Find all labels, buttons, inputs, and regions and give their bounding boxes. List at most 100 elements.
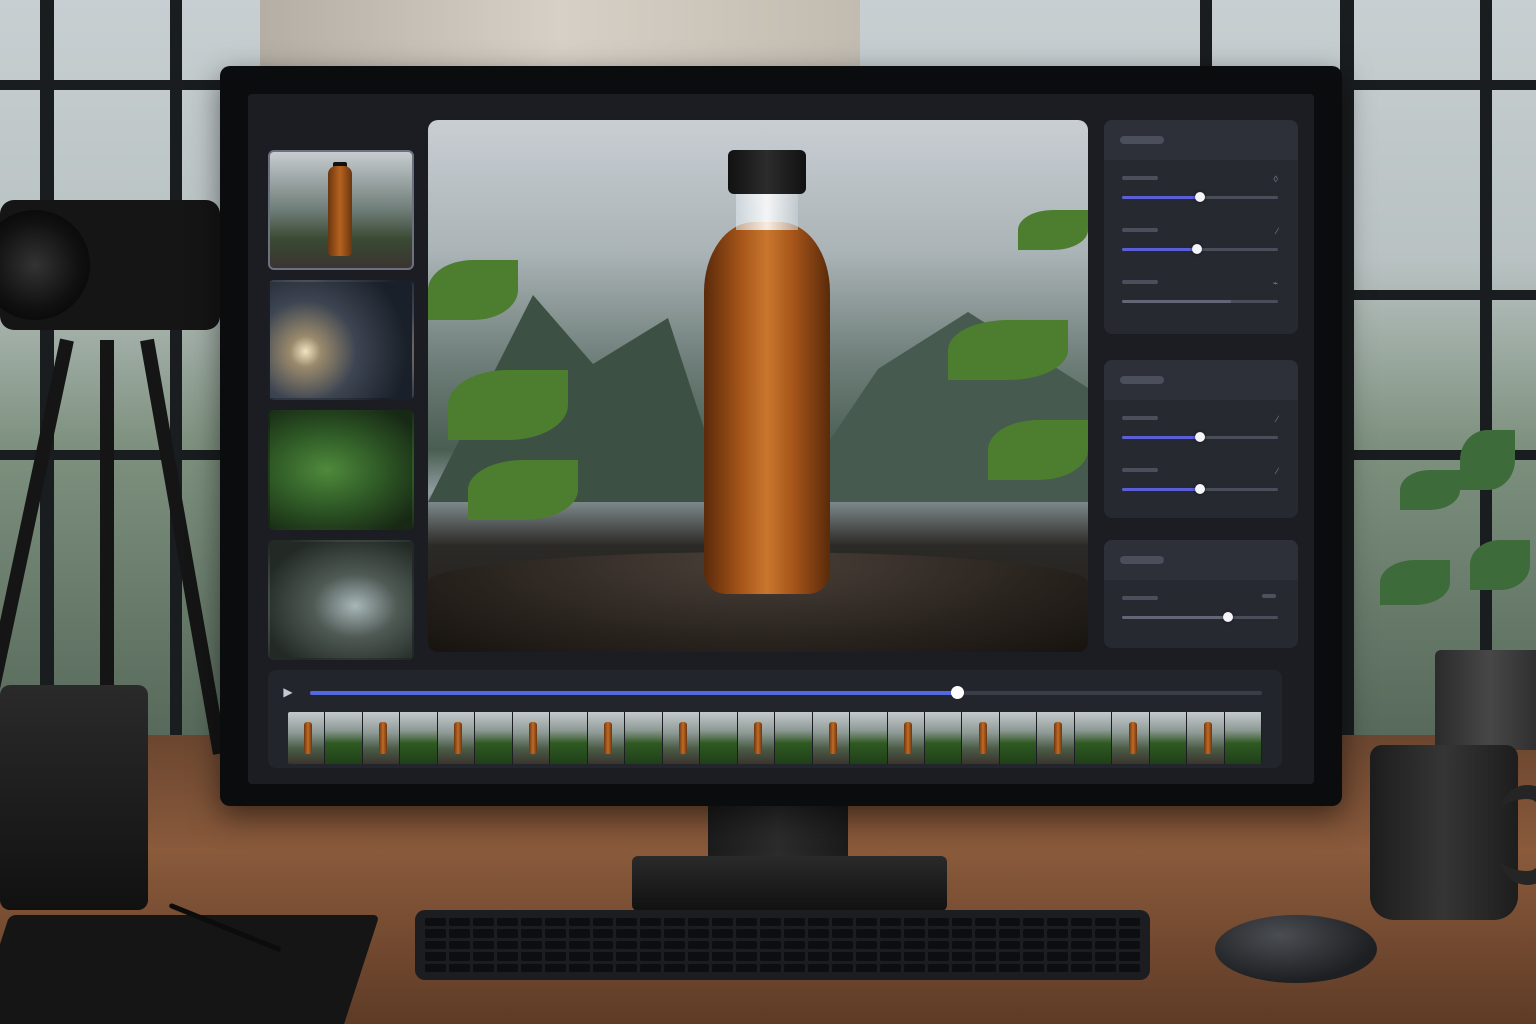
keyboard-key[interactable]: [425, 963, 446, 972]
keyboard-key[interactable]: [1119, 963, 1140, 972]
keyboard-key[interactable]: [1119, 952, 1140, 961]
filmstrip-frame[interactable]: [550, 712, 588, 764]
mouse[interactable]: [1215, 915, 1377, 983]
brush-icon[interactable]: ∕: [1276, 226, 1278, 236]
keyboard-key[interactable]: [903, 952, 925, 961]
keyboard-key[interactable]: [520, 929, 542, 938]
keyboard-key[interactable]: [807, 940, 829, 950]
filmstrip-frame[interactable]: [1112, 712, 1150, 764]
keyboard-key[interactable]: [999, 940, 1021, 950]
keyboard-key[interactable]: [951, 929, 973, 938]
keyboard-key[interactable]: [1071, 918, 1093, 927]
keyboard-key[interactable]: [664, 963, 686, 972]
keyboard-key[interactable]: [975, 918, 997, 927]
adjust-slider[interactable]: [1122, 432, 1278, 442]
keyboard-key[interactable]: [1047, 918, 1069, 927]
keyboard-key[interactable]: [616, 940, 638, 950]
keyboard-key[interactable]: [712, 963, 734, 972]
slider-knob[interactable]: [1195, 484, 1205, 494]
filmstrip-frame[interactable]: [475, 712, 513, 764]
keyboard-key[interactable]: [1023, 963, 1045, 972]
keyboard-key[interactable]: [903, 929, 925, 938]
keyboard-key[interactable]: [951, 918, 973, 927]
keyboard-key[interactable]: [999, 929, 1021, 938]
keyboard-key[interactable]: [592, 929, 614, 938]
keyboard-key[interactable]: [544, 940, 566, 950]
keyboard[interactable]: [415, 910, 1150, 980]
keyboard-key[interactable]: [927, 918, 949, 927]
keyboard-key[interactable]: [688, 963, 710, 972]
keyboard-key[interactable]: [760, 940, 781, 950]
thumbnail-green-leaves[interactable]: [268, 410, 414, 530]
filmstrip-frame[interactable]: [512, 712, 551, 764]
keyboard-key[interactable]: [736, 929, 758, 938]
wand-icon[interactable]: ∕: [1276, 414, 1278, 424]
keyboard-key[interactable]: [448, 918, 470, 927]
keyboard-key[interactable]: [688, 918, 710, 927]
keyboard-key[interactable]: [1023, 952, 1045, 961]
filmstrip-frame[interactable]: [288, 712, 326, 764]
keyboard-key[interactable]: [472, 918, 494, 927]
slider-knob[interactable]: [1191, 244, 1202, 254]
keyboard-key[interactable]: [855, 963, 877, 972]
keyboard-key[interactable]: [448, 929, 470, 938]
keyboard-key[interactable]: [879, 929, 901, 938]
filmstrip-frame[interactable]: [700, 712, 738, 764]
keyboard-key[interactable]: [712, 918, 734, 927]
keyboard-key[interactable]: [664, 929, 686, 938]
keyboard-key[interactable]: [999, 963, 1021, 972]
keyboard-key[interactable]: [520, 952, 542, 961]
keyboard-key[interactable]: [855, 952, 877, 961]
keyboard-key[interactable]: [831, 963, 853, 972]
keyboard-key[interactable]: [568, 963, 590, 972]
keyboard-key[interactable]: [568, 952, 590, 961]
keyboard-key[interactable]: [1095, 929, 1117, 938]
keyboard-key[interactable]: [927, 929, 949, 938]
keyboard-key[interactable]: [1119, 940, 1140, 950]
keyboard-key[interactable]: [807, 929, 829, 938]
keyboard-key[interactable]: [425, 929, 446, 938]
keyboard-key[interactable]: [616, 918, 638, 927]
filmstrip-frame[interactable]: [1074, 712, 1113, 764]
keyboard-key[interactable]: [568, 918, 590, 927]
keyboard-key[interactable]: [1119, 918, 1140, 927]
keyboard-key[interactable]: [592, 918, 614, 927]
filmstrip-frame[interactable]: [437, 712, 476, 764]
keyboard-key[interactable]: [831, 918, 853, 927]
keyboard-key[interactable]: [1095, 940, 1117, 950]
keyboard-key[interactable]: [736, 963, 758, 972]
keyboard-key[interactable]: [975, 940, 997, 950]
play-button[interactable]: ▶: [280, 684, 296, 700]
filmstrip-frame[interactable]: [325, 712, 363, 764]
keyboard-key[interactable]: [831, 929, 853, 938]
adjust-slider[interactable]: [1122, 300, 1278, 303]
keyboard-key[interactable]: [975, 963, 997, 972]
filmstrip-frame[interactable]: [999, 712, 1038, 764]
thumbnail-rocky-stream[interactable]: [268, 540, 414, 660]
drop-icon[interactable]: ◊: [1274, 174, 1278, 184]
keyboard-key[interactable]: [879, 940, 901, 950]
keyboard-key[interactable]: [425, 918, 446, 927]
keyboard-key[interactable]: [831, 952, 853, 961]
filmstrip-frame[interactable]: [1224, 712, 1262, 764]
keyboard-key[interactable]: [544, 929, 566, 938]
keyboard-key[interactable]: [903, 940, 925, 950]
keyboard-key[interactable]: [496, 963, 518, 972]
keyboard-key[interactable]: [855, 929, 877, 938]
adjust-slider[interactable]: [1122, 244, 1278, 254]
pencil-icon[interactable]: ∕: [1276, 466, 1278, 476]
keyboard-key[interactable]: [664, 952, 686, 961]
keyboard-key[interactable]: [1047, 929, 1069, 938]
keyboard-key[interactable]: [903, 963, 925, 972]
keyboard-key[interactable]: [544, 952, 566, 961]
filmstrip-frame[interactable]: [775, 712, 813, 764]
keyboard-key[interactable]: [783, 918, 805, 927]
keyboard-key[interactable]: [1071, 952, 1093, 961]
keyboard-key[interactable]: [544, 963, 566, 972]
playhead-knob[interactable]: [951, 686, 965, 699]
keyboard-key[interactable]: [807, 963, 829, 972]
keyboard-key[interactable]: [736, 918, 758, 927]
keyboard-key[interactable]: [640, 952, 662, 961]
filmstrip-frame[interactable]: [962, 712, 1000, 764]
keyboard-key[interactable]: [664, 918, 686, 927]
